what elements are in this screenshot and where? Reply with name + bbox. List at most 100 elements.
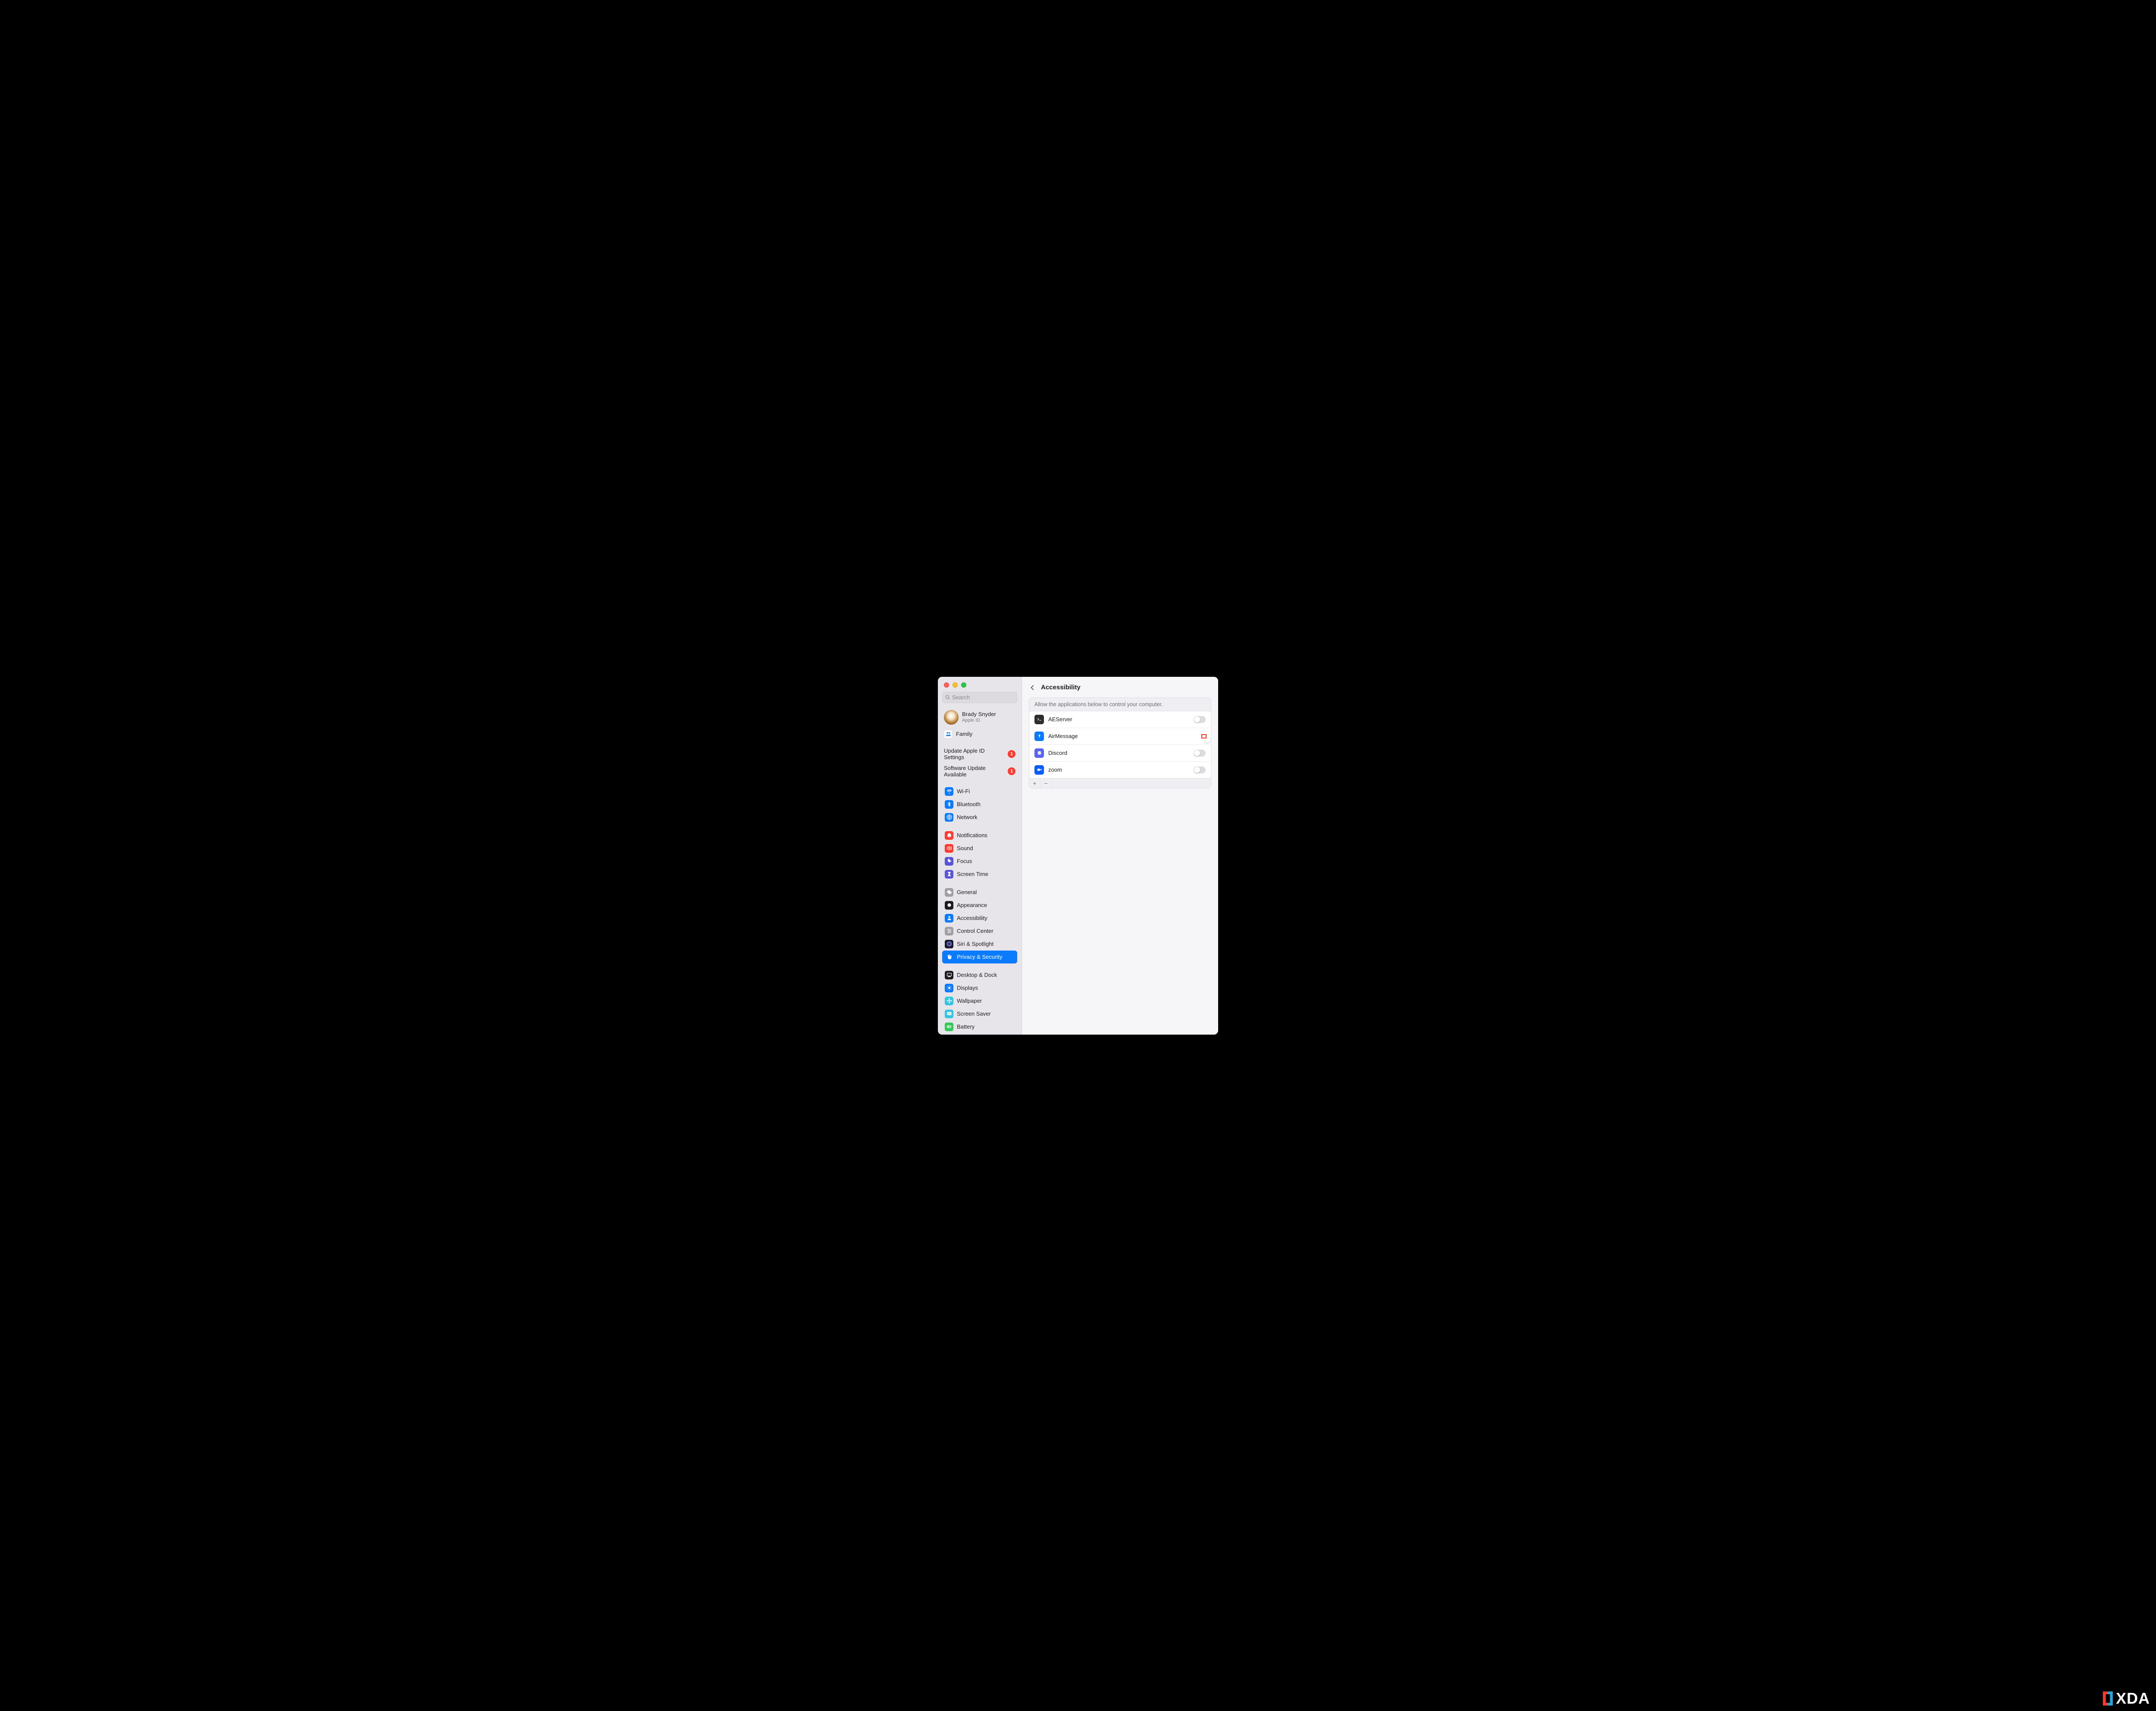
search-input[interactable] bbox=[952, 694, 1014, 701]
search-field[interactable] bbox=[942, 692, 1017, 703]
dock-icon bbox=[945, 971, 953, 979]
sidebar-item-appearance[interactable]: Appearance bbox=[942, 899, 1017, 912]
app-toggle[interactable] bbox=[1194, 766, 1206, 773]
zoom-icon bbox=[1034, 765, 1044, 775]
alert-label: Software Update Available bbox=[944, 765, 1001, 778]
user-subtitle: Apple ID bbox=[962, 718, 996, 723]
family-label: Family bbox=[956, 731, 972, 737]
speaker-icon bbox=[945, 844, 953, 853]
sidebar-item-battery[interactable]: Battery bbox=[942, 1020, 1017, 1033]
sidebar-item-displays[interactable]: Displays bbox=[942, 982, 1017, 995]
chevron-left-icon bbox=[1030, 685, 1036, 691]
family-row[interactable]: Family bbox=[942, 728, 1017, 740]
sidebar-item-label: Accessibility bbox=[957, 915, 987, 921]
sidebar-item-wallpaper[interactable]: Wallpaper bbox=[942, 995, 1017, 1007]
header: Accessibility bbox=[1022, 677, 1218, 698]
sidebar-item-privacy-security[interactable]: Privacy & Security bbox=[942, 951, 1017, 963]
page-title: Accessibility bbox=[1041, 684, 1081, 691]
sidebar-item-bluetooth[interactable]: Bluetooth bbox=[942, 798, 1017, 811]
sidebar-item-network[interactable]: Network bbox=[942, 811, 1017, 824]
sidebar-item-label: Battery bbox=[957, 1023, 975, 1030]
sidebar-scroll[interactable]: Brady Snyder Apple ID Family Update Appl… bbox=[938, 706, 1022, 1035]
sidebar-item-wi-fi[interactable]: Wi-Fi bbox=[942, 785, 1017, 798]
app-name-label: zoom bbox=[1048, 766, 1189, 773]
sidebar-item-label: Screen Time bbox=[957, 871, 988, 877]
sidebar-item-label: Network bbox=[957, 814, 978, 820]
battery-icon bbox=[945, 1023, 953, 1031]
sidebar-item-label: Sound bbox=[957, 845, 973, 851]
hourglass-icon bbox=[945, 870, 953, 879]
user-name: Brady Snyder bbox=[962, 711, 996, 717]
flower-icon bbox=[945, 997, 953, 1005]
sidebar-item-sound[interactable]: Sound bbox=[942, 842, 1017, 855]
gear-icon bbox=[945, 888, 953, 897]
xda-text: XDA bbox=[2116, 1689, 2150, 1708]
alert-badge: 1 bbox=[1008, 767, 1015, 775]
sidebar-item-control-center[interactable]: Control Center bbox=[942, 925, 1017, 938]
sidebar-item-general[interactable]: General bbox=[942, 886, 1017, 899]
alert-badge: 1 bbox=[1008, 750, 1015, 758]
sidebar-item-siri-spotlight[interactable]: Siri & Spotlight bbox=[942, 938, 1017, 951]
app-name-label: AEServer bbox=[1048, 716, 1189, 723]
sidebar-item-label: Notifications bbox=[957, 832, 987, 838]
minimize-window-button[interactable] bbox=[953, 682, 958, 688]
sidebar-item-label: Appearance bbox=[957, 902, 987, 908]
remove-app-button[interactable]: − bbox=[1040, 779, 1052, 788]
globe-icon bbox=[945, 813, 953, 822]
app-toggle[interactable] bbox=[1194, 716, 1206, 723]
apps-panel: Allow the applications below to control … bbox=[1029, 698, 1211, 788]
app-row-airmessage[interactable]: AirMessage bbox=[1029, 728, 1211, 745]
xda-bracket-icon bbox=[2101, 1691, 2115, 1706]
app-row-aeserver[interactable]: AEServer bbox=[1029, 711, 1211, 728]
sidebar-item-label: Displays bbox=[957, 985, 978, 991]
sidebar-item-screen-time[interactable]: Screen Time bbox=[942, 868, 1017, 881]
app-toggle[interactable] bbox=[1194, 750, 1206, 757]
apple-id-row[interactable]: Brady Snyder Apple ID bbox=[942, 707, 1017, 727]
sidebar-item-notifications[interactable]: Notifications bbox=[942, 829, 1017, 842]
content-pane: Accessibility Allow the applications bel… bbox=[1022, 677, 1218, 1035]
fullscreen-window-button[interactable] bbox=[961, 682, 966, 688]
person-icon bbox=[945, 914, 953, 923]
moon-icon bbox=[945, 857, 953, 866]
bell-icon bbox=[945, 831, 953, 840]
app-row-zoom[interactable]: zoom bbox=[1029, 762, 1211, 778]
user-avatar bbox=[944, 710, 959, 725]
appearance-icon bbox=[945, 901, 953, 910]
wifi-icon bbox=[945, 787, 953, 796]
add-app-button[interactable]: + bbox=[1029, 779, 1040, 788]
sidebar-item-label: Screen Saver bbox=[957, 1010, 991, 1017]
alert-row[interactable]: Software Update Available 1 bbox=[942, 763, 1017, 780]
sidebar-item-focus[interactable]: Focus bbox=[942, 855, 1017, 868]
family-icon bbox=[944, 730, 953, 738]
discord-icon bbox=[1034, 748, 1044, 758]
alert-label: Update Apple ID Settings bbox=[944, 748, 1001, 760]
back-button[interactable] bbox=[1028, 683, 1037, 692]
screensaver-icon bbox=[945, 1010, 953, 1018]
app-row-discord[interactable]: Discord bbox=[1029, 745, 1211, 762]
terminal-icon bbox=[1034, 715, 1044, 724]
alert-row[interactable]: Update Apple ID Settings 1 bbox=[942, 745, 1017, 763]
sidebar-item-label: Wallpaper bbox=[957, 998, 982, 1004]
hand-icon bbox=[945, 953, 953, 961]
xda-watermark: XDA bbox=[2101, 1689, 2150, 1708]
bluetooth-icon bbox=[945, 800, 953, 809]
sun-icon bbox=[945, 984, 953, 992]
app-name-label: AirMessage bbox=[1048, 733, 1198, 739]
app-name-label: Discord bbox=[1048, 750, 1189, 756]
close-window-button[interactable] bbox=[944, 682, 949, 688]
sidebar-item-accessibility[interactable]: Accessibility bbox=[942, 912, 1017, 925]
sidebar-item-label: Focus bbox=[957, 858, 972, 864]
system-settings-window: Brady Snyder Apple ID Family Update Appl… bbox=[938, 677, 1218, 1035]
sidebar-item-label: Siri & Spotlight bbox=[957, 941, 993, 947]
sidebar-item-label: Control Center bbox=[957, 928, 993, 934]
sidebar-item-desktop-dock[interactable]: Desktop & Dock bbox=[942, 969, 1017, 982]
search-icon bbox=[945, 695, 950, 700]
sidebar-item-label: General bbox=[957, 889, 977, 895]
sidebar-item-label: Wi-Fi bbox=[957, 788, 970, 795]
sidebar-item-label: Bluetooth bbox=[957, 801, 981, 807]
upload-icon bbox=[1034, 732, 1044, 741]
sliders-icon bbox=[945, 927, 953, 935]
window-controls bbox=[938, 677, 1022, 692]
panel-footer: + − bbox=[1029, 778, 1211, 788]
sidebar-item-screen-saver[interactable]: Screen Saver bbox=[942, 1007, 1017, 1020]
